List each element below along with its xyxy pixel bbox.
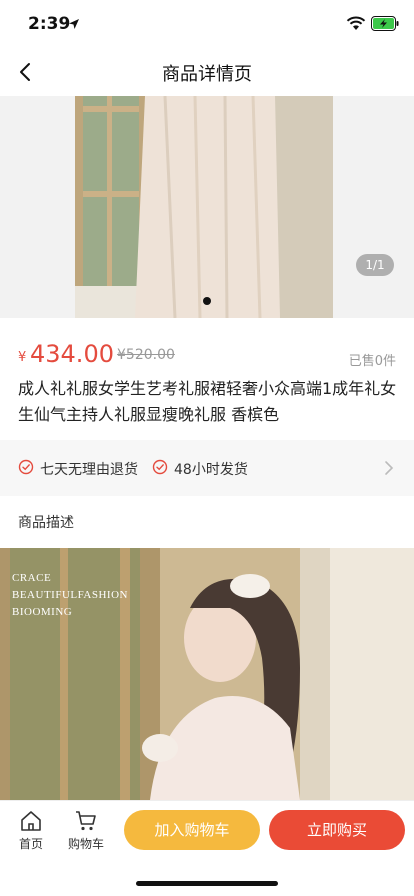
sold-count: 已售0件: [348, 354, 396, 369]
caption-line: BEAUTIFULFASHION: [12, 589, 128, 601]
caption-line: CRACE: [12, 572, 52, 584]
description-header: 商品描述: [0, 496, 414, 548]
tab-cart[interactable]: 购物车: [62, 809, 110, 852]
wifi-icon: [346, 16, 366, 30]
dress-photo: [75, 96, 333, 318]
shopping-cart-icon: [76, 811, 96, 831]
tab-home[interactable]: 首页: [7, 809, 55, 852]
tab-home-label: 首页: [18, 837, 43, 851]
page-title: 商品详情页: [162, 64, 252, 85]
status-time: 2:39: [28, 14, 71, 34]
bottom-action-bar: 首页 购物车 加入购物车 立即购买: [0, 800, 414, 896]
battery-charging-icon: [371, 16, 399, 31]
buy-now-button[interactable]: 立即购买: [269, 810, 405, 850]
original-price: ¥520.00: [117, 347, 175, 363]
gallery-dot-active[interactable]: [203, 297, 211, 305]
product-gallery[interactable]: 1/1: [0, 96, 414, 318]
product-title: 成人礼礼服女学生艺考礼服裙轻奢小众高端1成年礼女生仙气主持人礼服显瘦晚礼服 香槟…: [18, 379, 397, 424]
home-indicator: [136, 881, 278, 886]
status-bar: 2:39: [0, 0, 414, 48]
description-title: 商品描述: [18, 515, 74, 531]
navigation-bar: 商品详情页: [0, 48, 414, 96]
product-image[interactable]: [75, 96, 333, 318]
check-circle-icon: [18, 459, 34, 475]
chevron-right-icon[interactable]: [384, 460, 394, 476]
service-shipping-label: 48小时发货: [174, 462, 248, 478]
tab-cart-label: 购物车: [67, 837, 104, 851]
service-guarantees[interactable]: 七天无理由退货 48小时发货: [0, 440, 414, 496]
home-icon: [21, 811, 41, 831]
location-arrow-icon: [69, 19, 79, 29]
currency-symbol: ¥: [18, 350, 27, 365]
current-price: 434.00: [30, 340, 114, 368]
description-image-caption: CRACE BEAUTIFULFASHION BIOOMING: [12, 570, 128, 621]
gallery-page-indicator: 1/1: [356, 254, 394, 276]
caption-line: BIOOMING: [12, 606, 73, 618]
service-return-label: 七天无理由退货: [40, 462, 138, 478]
price-section: ¥ 434.00 ¥520.00 已售0件 成人礼礼服女学生艺考礼服裙轻奢小众高…: [0, 328, 414, 438]
description-image: CRACE BEAUTIFULFASHION BIOOMING: [0, 548, 414, 800]
add-to-cart-button[interactable]: 加入购物车: [124, 810, 260, 850]
check-circle-icon: [152, 459, 168, 475]
